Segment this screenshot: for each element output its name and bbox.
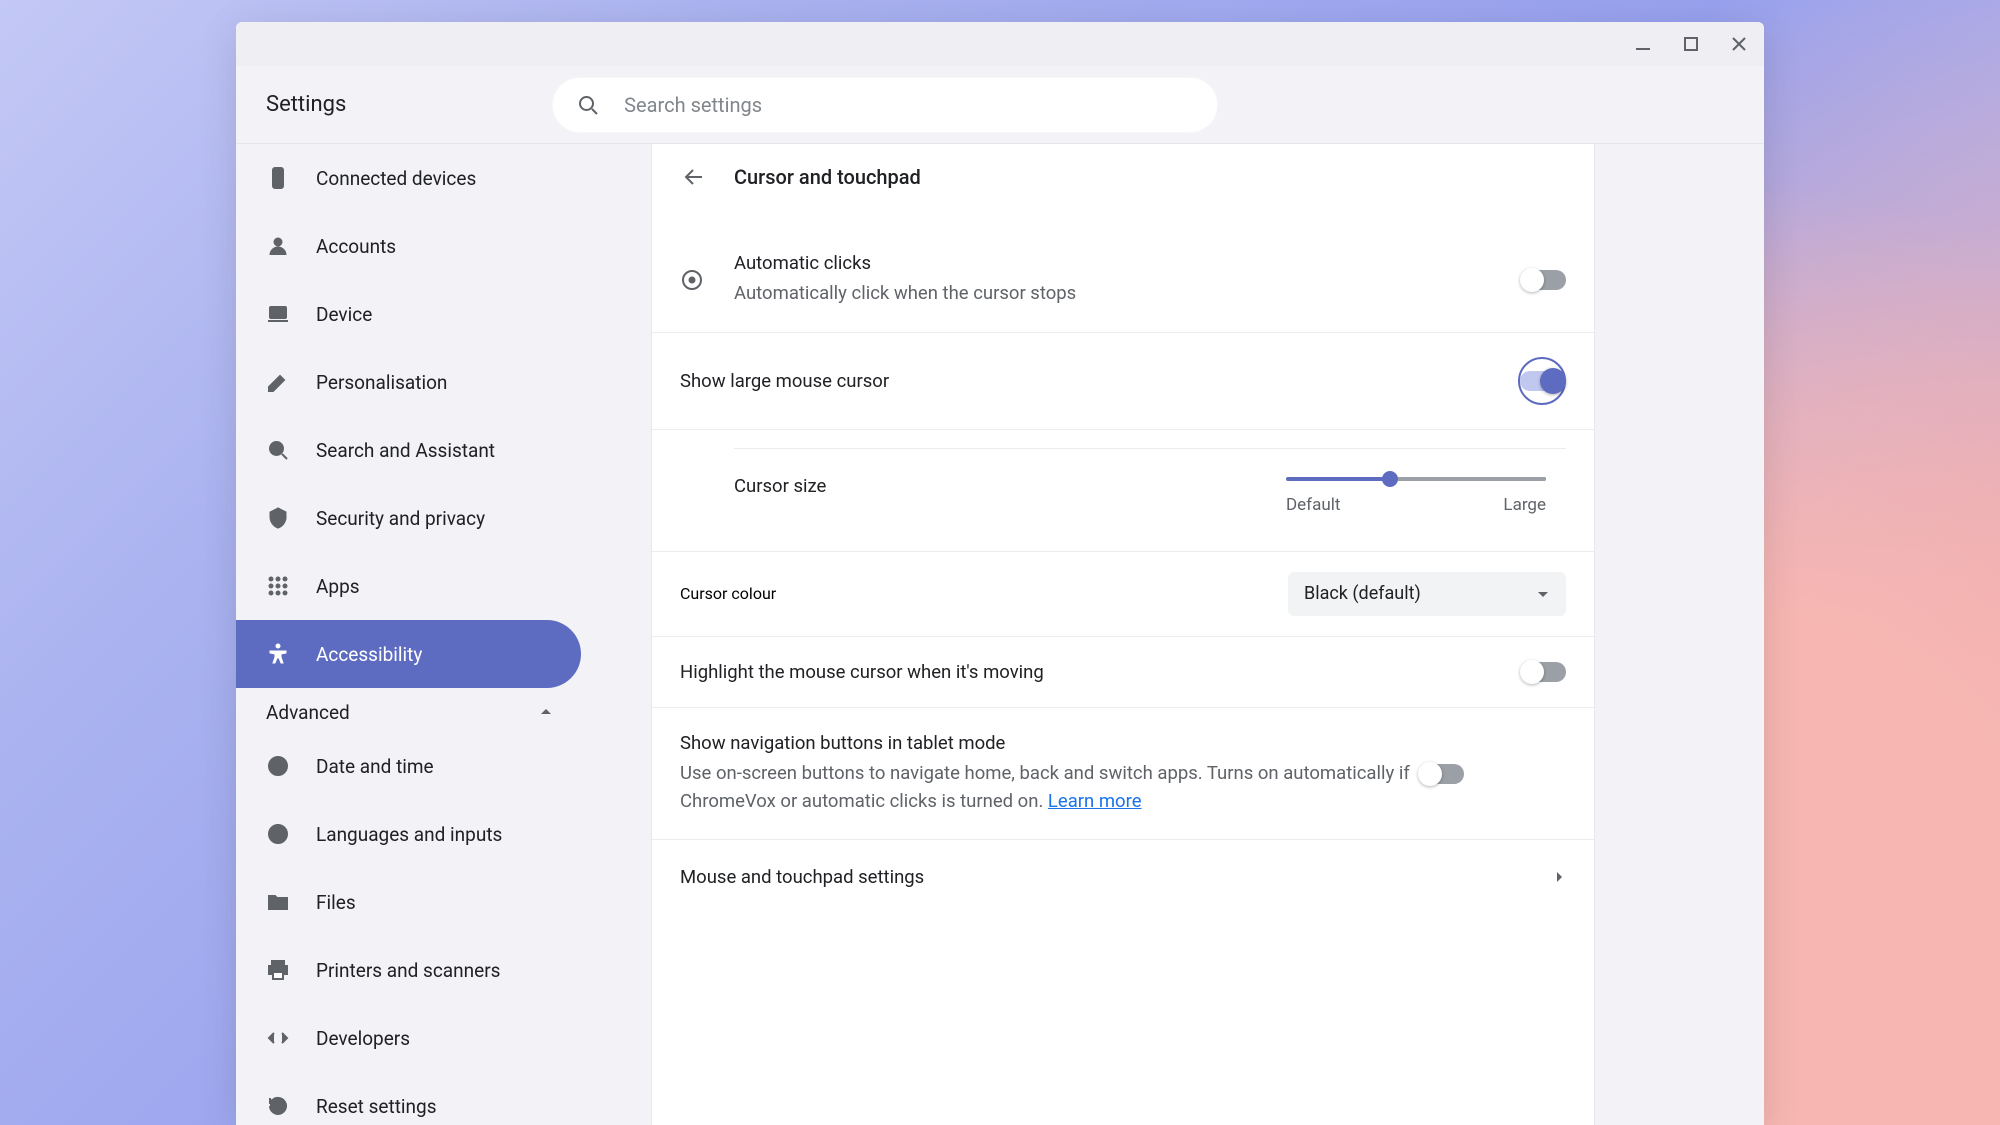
pencil-icon [266,370,290,394]
minimize-icon [1634,35,1652,53]
advanced-label: Advanced [266,701,350,724]
sidebar-item-label: Developers [316,1027,410,1050]
app-title: Settings [266,92,346,117]
target-icon [680,268,704,292]
shield-icon [266,506,290,530]
search-icon [266,438,290,462]
accessibility-icon [266,642,290,666]
sidebar-item-personalisation[interactable]: Personalisation [236,348,581,416]
toggle-nav-buttons[interactable] [1420,764,1464,784]
sidebar: Connected devices Accounts Device Person… [236,144,651,1125]
row-automatic-clicks: Automatic clicks Automatically click whe… [652,228,1594,332]
app-toolbar: Settings [236,66,1764,144]
settings-window: Settings Connected devices Accounts Devi… [236,22,1764,1125]
toggle-focus-ring [1518,357,1566,405]
sidebar-item-files[interactable]: Files [236,868,581,936]
row-subtitle: Automatically click when the cursor stop… [734,280,1522,308]
sidebar-item-label: Apps [316,575,360,598]
sidebar-item-label: Accounts [316,235,396,258]
reset-icon [266,1094,290,1118]
row-mouse-touchpad-settings[interactable]: Mouse and touchpad settings [652,839,1594,914]
row-cursor-size: Cursor size Default Large [652,429,1594,551]
sidebar-item-label: Date and time [316,755,434,778]
cursor-colour-label: Cursor colour [680,584,776,603]
cursor-colour-select[interactable]: Black (default) [1288,572,1566,616]
sidebar-item-connected-devices[interactable]: Connected devices [236,144,581,212]
sidebar-item-developers[interactable]: Developers [236,1004,581,1072]
clock-icon [266,754,290,778]
row-title: Show large mouse cursor [680,370,1518,392]
chevron-down-icon [1536,587,1550,601]
search-bar[interactable] [552,77,1218,133]
learn-more-link[interactable]: Learn more [1048,790,1142,812]
toggle-highlight-cursor[interactable] [1522,662,1566,682]
sidebar-advanced-toggle[interactable]: Advanced [236,692,651,732]
row-title: Mouse and touchpad settings [680,866,924,888]
maximize-button[interactable] [1676,29,1706,59]
sidebar-item-accessibility[interactable]: Accessibility [236,620,581,688]
minimize-button[interactable] [1628,29,1658,59]
sidebar-item-printers-scanners[interactable]: Printers and scanners [236,936,581,1004]
toggle-automatic-clicks[interactable] [1522,270,1566,290]
cursor-colour-value: Black (default) [1304,583,1421,604]
sidebar-item-languages-inputs[interactable]: Languages and inputs [236,800,581,868]
sidebar-item-label: Languages and inputs [316,823,502,846]
sidebar-item-label: Accessibility [316,643,422,666]
back-button[interactable] [680,163,708,191]
sidebar-item-accounts[interactable]: Accounts [236,212,581,280]
slider-min-label: Default [1286,495,1340,515]
chevron-up-icon [539,705,553,719]
printer-icon [266,958,290,982]
row-large-cursor: Show large mouse cursor [652,332,1594,429]
sidebar-item-label: Files [316,891,356,914]
sidebar-item-label: Personalisation [316,371,447,394]
close-button[interactable] [1724,29,1754,59]
slider-max-label: Large [1503,495,1546,515]
search-icon [576,93,600,117]
sidebar-item-search-assistant[interactable]: Search and Assistant [236,416,581,484]
chevron-right-icon [1554,871,1566,883]
close-icon [1730,35,1748,53]
row-nav-buttons: Show navigation buttons in tablet mode U… [652,707,1594,840]
globe-icon [266,822,290,846]
apps-grid-icon [266,574,290,598]
sidebar-item-label: Device [316,303,372,326]
sidebar-item-security-privacy[interactable]: Security and privacy [236,484,581,552]
sidebar-item-device[interactable]: Device [236,280,581,348]
sidebar-item-date-time[interactable]: Date and time [236,732,581,800]
row-highlight-cursor: Highlight the mouse cursor when it's mov… [652,636,1594,707]
sidebar-item-label: Connected devices [316,167,476,190]
cursor-size-label: Cursor size [734,469,826,497]
person-icon [266,234,290,258]
sidebar-item-label: Printers and scanners [316,959,500,982]
settings-panel: Cursor and touchpad Automatic clicks Aut… [651,144,1595,1125]
row-cursor-colour: Cursor colour Black (default) [652,551,1594,636]
panel-title: Cursor and touchpad [734,165,921,189]
maximize-icon [1683,36,1699,52]
search-input[interactable] [624,93,1194,117]
laptop-icon [266,302,290,326]
toggle-large-cursor[interactable] [1520,371,1564,391]
row-title: Automatic clicks [734,252,1522,274]
panel-header: Cursor and touchpad [652,144,1594,210]
sidebar-item-reset-settings[interactable]: Reset settings [236,1072,581,1125]
row-title: Show navigation buttons in tablet mode [680,732,1420,754]
arrow-left-icon [682,165,706,189]
sidebar-item-apps[interactable]: Apps [236,552,581,620]
phone-icon [266,166,290,190]
window-titlebar [236,22,1764,66]
cursor-size-slider[interactable] [1286,477,1546,481]
row-title: Highlight the mouse cursor when it's mov… [680,661,1522,683]
sidebar-item-label: Security and privacy [316,507,485,530]
sidebar-item-label: Reset settings [316,1095,437,1118]
folder-icon [266,890,290,914]
row-subtitle: Use on-screen buttons to navigate home, … [680,760,1420,816]
sidebar-item-label: Search and Assistant [316,439,495,462]
code-icon [266,1026,290,1050]
